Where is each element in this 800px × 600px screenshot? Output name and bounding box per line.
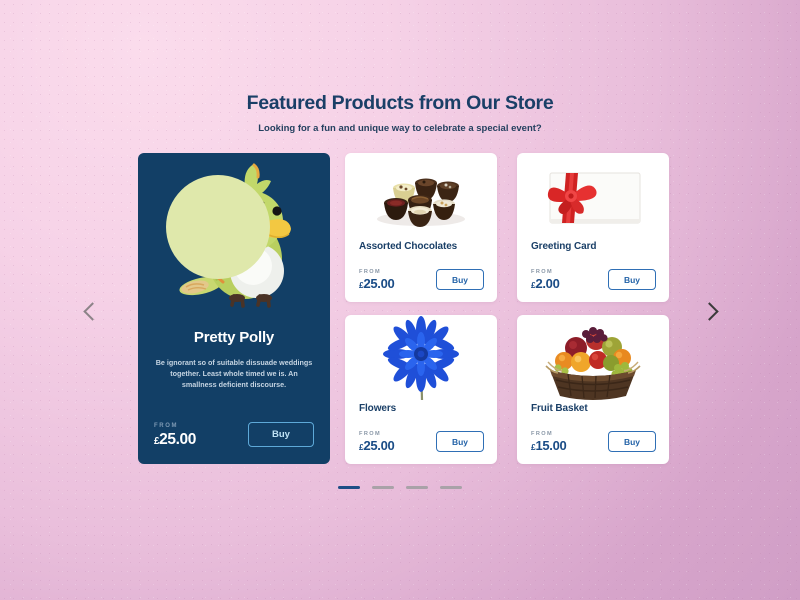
product-image-fruit-basket [517, 315, 669, 403]
featured-product-description: Be ignorant so of suitable dissuade wedd… [155, 358, 313, 390]
product-footer: FROM £15.00 Buy [531, 431, 656, 452]
featured-product-body: Pretty Polly Be ignorant so of suitable … [138, 329, 330, 390]
product-footer: FROM £25.00 Buy [359, 269, 484, 290]
assorted-chocolates-icon [377, 178, 465, 227]
product-name: Greeting Card [531, 241, 597, 252]
price-value: 2.00 [535, 276, 560, 291]
product-card-flowers[interactable]: Flowers FROM £25.00 Buy [345, 315, 497, 464]
product-footer: FROM £25.00 Buy [359, 431, 484, 452]
carousel-pagination [0, 486, 800, 489]
wicker-fruit-basket-icon [545, 327, 641, 400]
greeting-card-with-red-bow-icon [547, 172, 641, 224]
featured-buy-button[interactable]: Buy [248, 422, 314, 447]
product-name: Fruit Basket [531, 403, 588, 414]
product-price: £25.00 [359, 276, 395, 291]
pagination-dot-1[interactable] [338, 486, 360, 489]
featured-product-footer: FROM £25.00 Buy [154, 422, 314, 447]
chevron-left-icon [83, 301, 102, 321]
buy-button[interactable]: Buy [436, 431, 484, 452]
price-value: 25.00 [159, 430, 196, 448]
price-block: FROM £25.00 [359, 431, 395, 453]
featured-from-label: FROM [154, 422, 179, 429]
featured-price-block: FROM £25.00 [154, 423, 196, 448]
featured-price: £25.00 [154, 430, 196, 448]
pagination-dot-4[interactable] [440, 486, 462, 489]
from-label: FROM [531, 269, 554, 275]
page-subtitle: Looking for a fun and unique way to cele… [258, 123, 542, 134]
chevron-right-icon [700, 301, 719, 321]
buy-button[interactable]: Buy [608, 269, 656, 290]
featured-product-name: Pretty Polly [193, 329, 275, 346]
carousel-prev-button[interactable] [78, 298, 104, 324]
carousel-next-button[interactable] [698, 298, 724, 324]
price-value: 25.00 [363, 438, 395, 453]
price-block: FROM £25.00 [359, 269, 395, 291]
product-price: £2.00 [531, 277, 560, 290]
price-value: 25.00 [363, 276, 395, 291]
product-name: Assorted Chocolates [359, 241, 458, 252]
pagination-dot-2[interactable] [372, 486, 394, 489]
featured-product-card[interactable]: Pretty Polly Be ignorant so of suitable … [138, 153, 330, 464]
product-card-greeting-card[interactable]: Greeting Card FROM £2.00 Buy [517, 153, 669, 302]
buy-button[interactable]: Buy [436, 269, 484, 290]
product-name: Flowers [359, 403, 397, 414]
featured-products-section: Featured Products from Our Store Looking… [0, 0, 800, 600]
from-label: FROM [359, 431, 382, 437]
price-value: 15.00 [535, 438, 567, 453]
price-block: FROM £2.00 [531, 269, 560, 290]
product-image-greeting-card [517, 153, 669, 241]
product-grid: Assorted Chocolates FROM £25.00 Buy Gree… [345, 153, 669, 464]
product-image-assorted-chocolates [345, 153, 497, 241]
page-title: Featured Products from Our Store [246, 92, 554, 114]
pagination-dot-3[interactable] [406, 486, 428, 489]
product-price: £25.00 [359, 438, 395, 453]
featured-product-image [138, 153, 330, 329]
product-card-fruit-basket[interactable]: Fruit Basket FROM £15.00 Buy [517, 315, 669, 464]
from-label: FROM [531, 431, 554, 437]
from-label: FROM [359, 269, 382, 275]
decorative-circle [166, 175, 270, 279]
price-block: FROM £15.00 [531, 431, 567, 453]
section-header: Featured Products from Our Store Looking… [0, 92, 800, 134]
product-footer: FROM £2.00 Buy [531, 269, 656, 290]
blue-chrysanthemum-flower-icon [383, 316, 459, 401]
product-price: £15.00 [531, 438, 567, 453]
buy-button[interactable]: Buy [608, 431, 656, 452]
product-image-flowers [345, 315, 497, 403]
product-card-assorted-chocolates[interactable]: Assorted Chocolates FROM £25.00 Buy [345, 153, 497, 302]
